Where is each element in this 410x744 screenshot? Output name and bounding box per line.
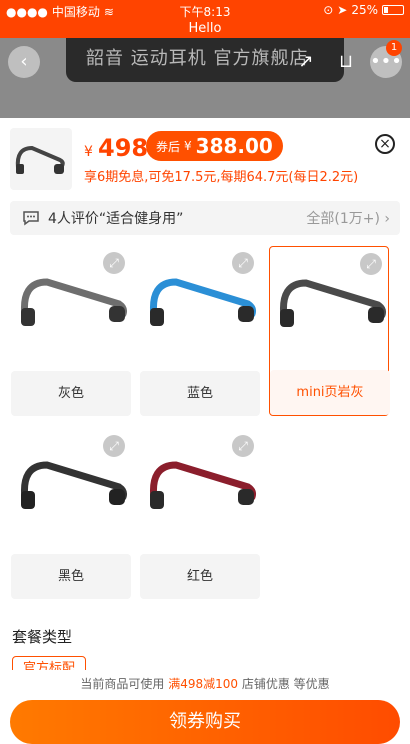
- review-text: 4人评价“适合健身用”: [48, 211, 184, 227]
- expand-icon[interactable]: ⤢: [232, 252, 254, 274]
- promo-highlight: 满498减100: [168, 677, 238, 691]
- share-icon[interactable]: ↗: [290, 46, 322, 78]
- price: ¥ 498: [84, 134, 148, 162]
- location-icon: ➤: [337, 3, 348, 17]
- variant-label: mini页岩灰: [270, 370, 390, 415]
- sku-sheet: ¥ 498 券后 ¥ 388.00 享6期免息,可免17.5元,每期64.7元(…: [0, 118, 410, 728]
- variant-card-blue[interactable]: ⤢ 蓝色: [140, 246, 260, 416]
- chevron-right-icon: ›: [384, 211, 390, 227]
- variant-label: 灰色: [11, 371, 131, 416]
- variant-card-black[interactable]: ⤢ 黑色: [11, 429, 131, 599]
- coupon-label: 券后: [156, 139, 181, 154]
- variant-label: 黑色: [11, 554, 131, 599]
- comment-icon: [23, 211, 39, 226]
- expand-icon[interactable]: ⤢: [103, 252, 125, 274]
- close-icon[interactable]: ×: [375, 134, 395, 154]
- promo-prefix: 当前商品可使用: [80, 677, 165, 691]
- variant-card-gray[interactable]: ⤢ 灰色: [11, 246, 131, 416]
- expand-icon[interactable]: ⤢: [103, 435, 125, 457]
- coupon-price-pill: 券后 ¥ 388.00: [146, 131, 283, 161]
- product-thumbnail[interactable]: [10, 128, 72, 190]
- expand-icon[interactable]: ⤢: [360, 253, 382, 275]
- review-bar[interactable]: 4人评价“适合健身用” 全部(1万+) ›: [10, 201, 400, 235]
- hello-banner: Hello: [0, 20, 410, 38]
- variant-card-mini-slate[interactable]: ⤢ mini页岩灰: [269, 246, 390, 416]
- status-right: ⊙ ➤ 25%: [323, 3, 404, 17]
- price-currency: ¥: [84, 144, 93, 160]
- review-all-link[interactable]: 全部(1万+) ›: [306, 208, 390, 228]
- status-bar: ●●●● 中国移动 ≋ 下午8:13 ⊙ ➤ 25%: [0, 0, 410, 20]
- battery-icon: [382, 5, 404, 15]
- coupon-currency: ¥: [184, 139, 192, 153]
- coupon-price: 388.00: [195, 134, 273, 158]
- variant-label: 蓝色: [140, 371, 260, 416]
- buy-button[interactable]: 领券购买: [10, 700, 400, 744]
- background-header: 韶音 运动耳机 官方旗舰店 ‹ ↗ ⊔ ••• 1: [0, 38, 410, 118]
- rotation-lock-icon: ⊙: [323, 3, 334, 17]
- back-icon[interactable]: ‹: [8, 46, 40, 78]
- price-value: 498: [98, 134, 149, 162]
- variant-card-red[interactable]: ⤢ 红色: [140, 429, 260, 599]
- battery-percent: 25%: [351, 3, 378, 17]
- installment-info: 享6期免息,可免17.5元,每期64.7元(每日2.2元): [84, 170, 359, 185]
- cart-badge: 1: [386, 40, 402, 56]
- promo-suffix: 店铺优惠 等优惠: [241, 677, 330, 691]
- variant-label: 红色: [140, 554, 260, 599]
- cart-icon[interactable]: ⊔: [330, 46, 362, 78]
- review-all-label: 全部(1万+): [306, 211, 380, 227]
- expand-icon[interactable]: ⤢: [232, 435, 254, 457]
- package-title: 套餐类型: [12, 628, 73, 646]
- store-title: 韶音 运动耳机 官方旗舰店: [86, 48, 309, 69]
- promo-bar: 当前商品可使用 满498减100 店铺优惠 等优惠: [0, 670, 410, 698]
